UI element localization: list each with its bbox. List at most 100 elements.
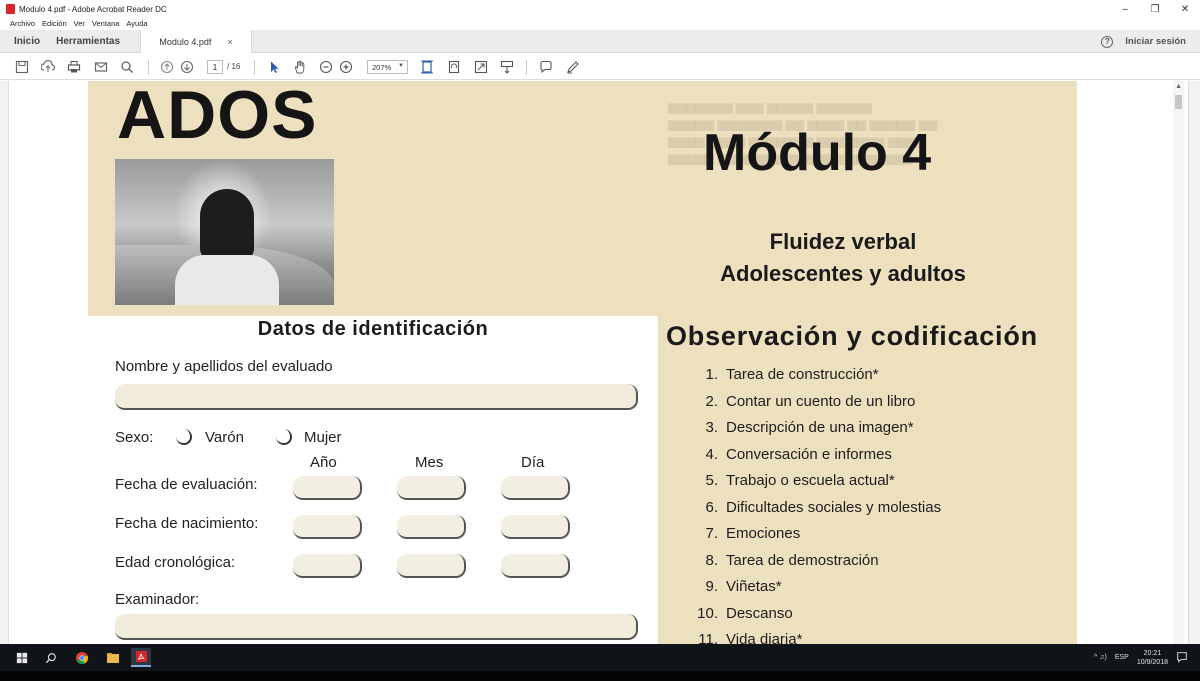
document-tab[interactable]: Modulo 4.pdf ×: [140, 30, 252, 53]
zoom-select[interactable]: 207% ▼: [367, 60, 408, 74]
tray-icons[interactable]: ^ ♫): [1094, 654, 1107, 661]
document-viewer[interactable]: ▆▆▆▆▆▆▆ ▆▆▆ ▆▆▆▆▆ ▆▆▆▆▆▆ ▆▆▆▆▆ ▆▆▆▆▆▆▆ ▆▆…: [0, 81, 1200, 644]
menu-bar: Archivo Edición Ver Ventana Ayuda: [0, 17, 1200, 29]
tab-close-icon[interactable]: ×: [227, 37, 232, 47]
eval-year-field[interactable]: [293, 476, 362, 500]
birth-date-label: Fecha de nacimiento:: [115, 515, 259, 532]
fit-page-icon[interactable]: [419, 59, 435, 75]
module-title: Módulo 4: [703, 124, 932, 182]
vertical-scrollbar[interactable]: [1173, 81, 1184, 644]
fullscreen-icon[interactable]: [473, 59, 489, 75]
menu-ver[interactable]: Ver: [74, 19, 85, 28]
chevron-down-icon: ▼: [398, 63, 404, 69]
cloud-upload-icon[interactable]: [40, 59, 56, 75]
print-icon[interactable]: [66, 59, 82, 75]
comment-icon[interactable]: [538, 59, 554, 75]
minimize-button[interactable]: –: [1110, 0, 1140, 18]
toolbar: 1 / 16 207% ▼: [0, 54, 1200, 80]
day-column-label: Día: [521, 454, 545, 471]
tabs-right: ? Iniciar sesión: [1101, 30, 1186, 53]
tabs-row: Inicio Herramientas Modulo 4.pdf × ? Ini…: [0, 30, 1200, 53]
page-up-icon[interactable]: [159, 59, 175, 75]
file-explorer-icon[interactable]: [103, 648, 123, 667]
birth-day-field[interactable]: [501, 515, 570, 539]
hand-icon[interactable]: [292, 59, 308, 75]
male-label: Varón: [205, 429, 244, 446]
sign-in-link[interactable]: Iniciar sesión: [1125, 36, 1186, 47]
list-item: 8. Tarea de demostración: [705, 551, 879, 569]
month-column-label: Mes: [415, 454, 444, 471]
rotate-icon[interactable]: [446, 59, 462, 75]
list-item: 11. Vida diaria*: [698, 631, 803, 644]
zoom-out-icon[interactable]: [318, 59, 334, 75]
zoom-in-icon[interactable]: [338, 59, 354, 75]
language-indicator[interactable]: ESP: [1115, 654, 1129, 661]
title-bar: Modulo 4.pdf - Adobe Acrobat Reader DC –…: [0, 0, 1200, 18]
examiner-field[interactable]: [115, 614, 638, 640]
menu-ayuda[interactable]: Ayuda: [126, 19, 147, 28]
pen-icon[interactable]: [565, 59, 581, 75]
name-field[interactable]: [115, 384, 638, 410]
help-icon[interactable]: ?: [1101, 35, 1114, 48]
scrollbar-thumb[interactable]: [1175, 95, 1182, 109]
notifications-icon[interactable]: [1176, 651, 1188, 665]
tab-herramientas[interactable]: Herramientas: [48, 36, 128, 47]
list-item: 9. Viñetas*: [705, 578, 782, 595]
subtitle-line1: Fluidez verbal: [769, 229, 917, 254]
menu-ventana[interactable]: Ventana: [92, 19, 120, 28]
sex-label: Sexo:: [115, 429, 154, 446]
window-controls: – ❐ ✕: [1110, 0, 1200, 18]
cover-photo: [115, 159, 334, 305]
scroll-up-icon[interactable]: ▲: [1175, 83, 1182, 90]
select-arrow-icon[interactable]: [266, 59, 282, 75]
page-number-input[interactable]: 1: [207, 60, 223, 74]
menu-edicion[interactable]: Edición: [42, 19, 67, 28]
close-button[interactable]: ✕: [1170, 0, 1200, 18]
list-item: 4. Conversación e informes: [705, 445, 892, 463]
screen: Modulo 4.pdf - Adobe Acrobat Reader DC –…: [0, 0, 1200, 681]
age-year-field[interactable]: [293, 554, 362, 578]
screen-bottom-edge: [0, 671, 1200, 681]
page-down-icon[interactable]: [179, 59, 195, 75]
chrome-icon[interactable]: [72, 648, 92, 667]
maximize-button[interactable]: ❐: [1140, 0, 1170, 18]
female-label: Mujer: [304, 429, 342, 446]
list-item: 3. Descripción de una imagen*: [705, 419, 914, 436]
subtitle-line2: Adolescentes y adultos: [720, 261, 966, 286]
birth-year-field[interactable]: [293, 515, 362, 539]
scroll-mode-icon[interactable]: [499, 59, 515, 75]
eval-month-field[interactable]: [397, 476, 466, 500]
examiner-label: Examinador:: [115, 591, 200, 608]
acrobat-app-icon: [6, 4, 15, 14]
acrobat-taskbar-icon[interactable]: [131, 648, 151, 667]
list-item: 10. Descanso: [697, 604, 793, 622]
list-item: 1. Tarea de construcción*: [705, 366, 879, 383]
birth-month-field[interactable]: [397, 515, 466, 539]
page-total: / 16: [227, 62, 241, 71]
menu-archivo[interactable]: Archivo: [10, 19, 35, 28]
radio-male[interactable]: [176, 429, 192, 445]
age-label: Edad cronológica:: [115, 554, 236, 571]
email-icon[interactable]: [93, 59, 109, 75]
eval-date-label: Fecha de evaluación:: [115, 476, 258, 493]
windows-start-icon[interactable]: [12, 648, 32, 667]
age-month-field[interactable]: [397, 554, 466, 578]
right-panel-handle[interactable]: [1188, 81, 1200, 644]
clock-time: 20:21: [1143, 649, 1162, 657]
age-day-field[interactable]: [501, 554, 570, 578]
eval-day-field[interactable]: [501, 476, 570, 500]
tab-inicio[interactable]: Inicio: [0, 36, 48, 47]
search-icon[interactable]: [119, 59, 135, 75]
name-label: Nombre y apellidos del evaluado: [115, 358, 333, 375]
save-icon[interactable]: [14, 59, 30, 75]
left-panel-handle[interactable]: [0, 81, 9, 644]
list-item: 5. Trabajo o escuela actual*: [705, 472, 895, 489]
radio-female[interactable]: [276, 429, 292, 445]
identification-panel: Datos de identificación Nombre y apellid…: [88, 316, 658, 644]
search-icon[interactable]: [41, 648, 61, 667]
list-item: 2. Contar un cuento de un libro: [705, 392, 916, 410]
clock[interactable]: 20:21 10/9/2018: [1137, 649, 1168, 667]
year-column-label: Año: [310, 454, 337, 471]
list-item: 6. Dificultades sociales y molestias: [705, 498, 942, 516]
zoom-value: 207%: [372, 62, 392, 72]
